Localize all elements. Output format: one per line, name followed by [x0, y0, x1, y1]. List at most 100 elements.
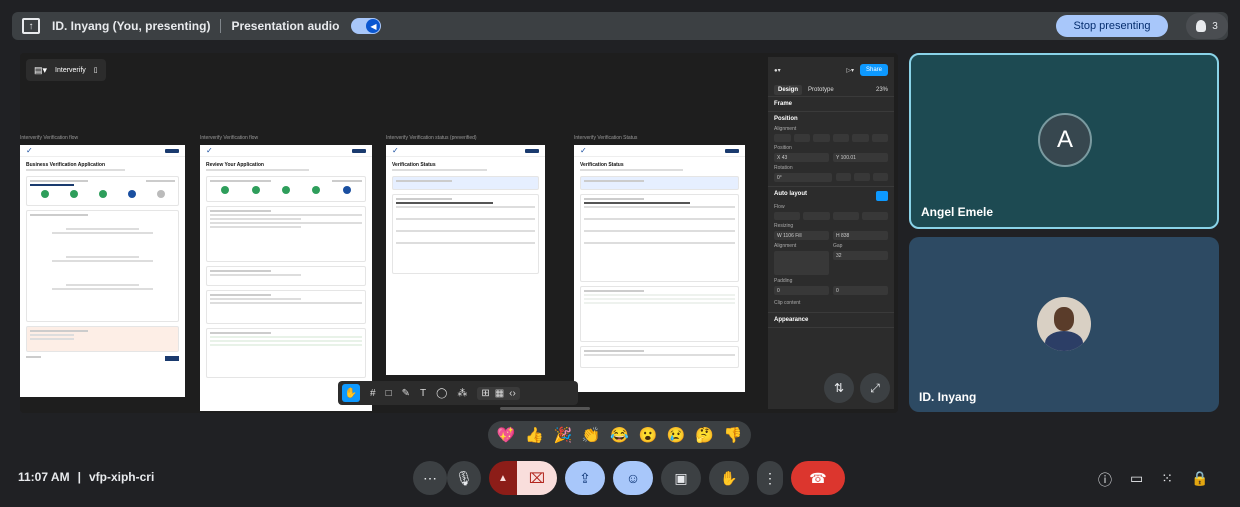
sidebar-toggle-icon[interactable]: ▯: [94, 66, 98, 74]
x-input[interactable]: X 43: [774, 153, 829, 162]
padding-h-input[interactable]: 0: [774, 286, 829, 295]
present-screen-button[interactable]: ⇪: [565, 461, 605, 495]
reaction-sad[interactable]: 😢: [667, 426, 686, 444]
reaction-heart[interactable]: 💖: [497, 426, 516, 444]
swap-icon[interactable]: ⇅: [824, 373, 854, 403]
height-input[interactable]: H 838: [833, 231, 888, 240]
captions-icon[interactable]: ▣: [661, 461, 701, 495]
design-frame[interactable]: ✓ Business Verification Application: [20, 145, 185, 397]
tab-design[interactable]: Design: [774, 84, 803, 95]
frame-label: Interverify Verification status (preveri…: [386, 135, 477, 141]
presenter-name: ID. Inyang (You, presenting): [52, 19, 211, 33]
play-icon[interactable]: ▷▾: [846, 67, 854, 74]
avatar: [1037, 297, 1091, 351]
share-button[interactable]: Share: [859, 64, 888, 76]
clock: 11:07 AM: [18, 470, 70, 484]
padding-v-input[interactable]: 0: [833, 286, 888, 295]
camera-off-icon[interactable]: ⌧: [517, 461, 557, 495]
dev-mode-group[interactable]: ⊞ ▦ ‹›: [477, 386, 520, 400]
design-frame[interactable]: ✓ Verification Status: [574, 145, 745, 392]
frame-type[interactable]: Frame: [774, 101, 792, 107]
frame-title: Verification Status: [580, 162, 624, 168]
activities-icon[interactable]: ⁙: [1161, 470, 1173, 490]
tab-prototype[interactable]: Prototype: [808, 87, 834, 93]
reaction-surprised[interactable]: 😮: [638, 426, 657, 444]
code-icon: ‹›: [509, 387, 516, 399]
layout-icon: ▦: [494, 387, 505, 399]
reaction-thinking[interactable]: 🤔: [695, 426, 714, 444]
presenting-bar: ↑ ID. Inyang (You, presenting) Presentat…: [12, 12, 1228, 40]
flip-controls[interactable]: [836, 173, 888, 182]
call-controls: ⋯ 🎙 ▲ ⌧ ⇪ ☺ ▣ ✋ ⋮ ☎: [413, 461, 845, 495]
frame-label: Interverify Verification flow: [20, 135, 79, 141]
reaction-thumbs-up[interactable]: 👍: [525, 426, 544, 444]
participant-tile[interactable]: A Angel Emele: [909, 53, 1219, 229]
meeting-info: 11:07 AM | vfp-xiph-cri: [18, 470, 154, 484]
frame-tool-icon[interactable]: #: [370, 388, 376, 399]
stop-presenting-button[interactable]: Stop presenting: [1056, 15, 1168, 37]
rectangle-tool-icon[interactable]: □: [386, 388, 392, 399]
figma-menu-icon[interactable]: ▤▾: [34, 65, 47, 76]
alignment-controls[interactable]: [774, 134, 888, 142]
microphone-icon[interactable]: 🎙: [447, 461, 481, 495]
position-heading: Position: [774, 116, 798, 122]
participants-button[interactable]: 3: [1186, 13, 1228, 39]
gap-input[interactable]: 32: [833, 251, 888, 260]
speaker-icon: ◀: [366, 19, 381, 33]
chat-icon[interactable]: ▭: [1130, 470, 1143, 490]
comment-tool-icon[interactable]: ◯: [436, 388, 447, 399]
appearance-heading: Appearance: [774, 317, 809, 323]
more-audio-options-icon[interactable]: ⋯: [413, 461, 447, 495]
text-tool-icon[interactable]: T: [420, 388, 426, 399]
participant-tile[interactable]: ID. Inyang: [909, 237, 1219, 412]
meeting-tools: ⓘ ▭ ⁙ 🔒: [1098, 470, 1208, 490]
reaction-laugh[interactable]: 😂: [610, 426, 629, 444]
dev-icon: ⊞: [481, 387, 490, 399]
reactions-bar: 💖 👍 🎉 👏 😂 😮 😢 🤔 👎: [488, 421, 751, 449]
flow-controls[interactable]: [774, 212, 888, 220]
canvas-scrollbar[interactable]: [500, 407, 590, 410]
design-frame[interactable]: ✓ Review Your Application: [200, 145, 372, 411]
leave-call-button[interactable]: ☎: [791, 461, 845, 495]
frame-title: Review Your Application: [206, 162, 264, 168]
width-input[interactable]: W 1106 Fill: [774, 231, 829, 240]
people-icon: [1196, 20, 1207, 32]
host-controls-icon[interactable]: 🔒: [1191, 470, 1208, 490]
participant-name: Angel Emele: [921, 205, 994, 219]
present-screen-icon: ↑: [22, 18, 40, 34]
presentation-audio-toggle[interactable]: ◀: [351, 18, 382, 34]
reaction-party[interactable]: 🎉: [553, 426, 572, 444]
frame-title: Business Verification Application: [26, 162, 105, 168]
expand-icon[interactable]: ⤢: [860, 373, 890, 403]
frame-title: Verification Status: [392, 162, 436, 168]
y-input[interactable]: Y 100.01: [833, 153, 888, 162]
frame-label: Interverify Verification flow: [200, 135, 259, 141]
participant-name: ID. Inyang: [919, 390, 977, 404]
components-icon[interactable]: ⁂: [457, 388, 467, 399]
file-name: Interverify: [55, 66, 86, 74]
rotation-input[interactable]: 0°: [774, 173, 832, 182]
reaction-thumbs-down[interactable]: 👎: [723, 426, 742, 444]
alignment-grid[interactable]: [774, 251, 829, 275]
divider: |: [77, 470, 81, 484]
design-panel: ●▾ ▷▾ Share Design Prototype 23% Frame P…: [768, 57, 894, 409]
hand-tool-icon[interactable]: ✋: [342, 384, 360, 402]
avatar[interactable]: ●▾: [774, 67, 781, 74]
more-options-icon[interactable]: ⋮: [757, 461, 783, 495]
emoji-reaction-button[interactable]: ☺: [613, 461, 653, 495]
camera-options-icon[interactable]: ▲: [489, 461, 517, 495]
pen-tool-icon[interactable]: ✎: [402, 388, 410, 399]
info-icon[interactable]: ⓘ: [1098, 470, 1112, 490]
raise-hand-icon[interactable]: ✋: [709, 461, 749, 495]
avatar: A: [1038, 113, 1092, 167]
auto-layout-toggle[interactable]: [876, 191, 888, 201]
presentation-audio-label: Presentation audio: [231, 19, 340, 33]
figma-file-header[interactable]: ▤▾ Interverify ▯: [26, 59, 106, 81]
logo-check-icon: ✓: [26, 146, 33, 155]
design-frame[interactable]: ✓ Verification Status: [386, 145, 545, 375]
clip-content-checkbox[interactable]: Clip content: [774, 300, 888, 306]
participant-count: 3: [1212, 20, 1218, 32]
divider: [220, 19, 222, 33]
reaction-clap[interactable]: 👏: [582, 426, 601, 444]
zoom-level[interactable]: 23%: [876, 87, 888, 93]
